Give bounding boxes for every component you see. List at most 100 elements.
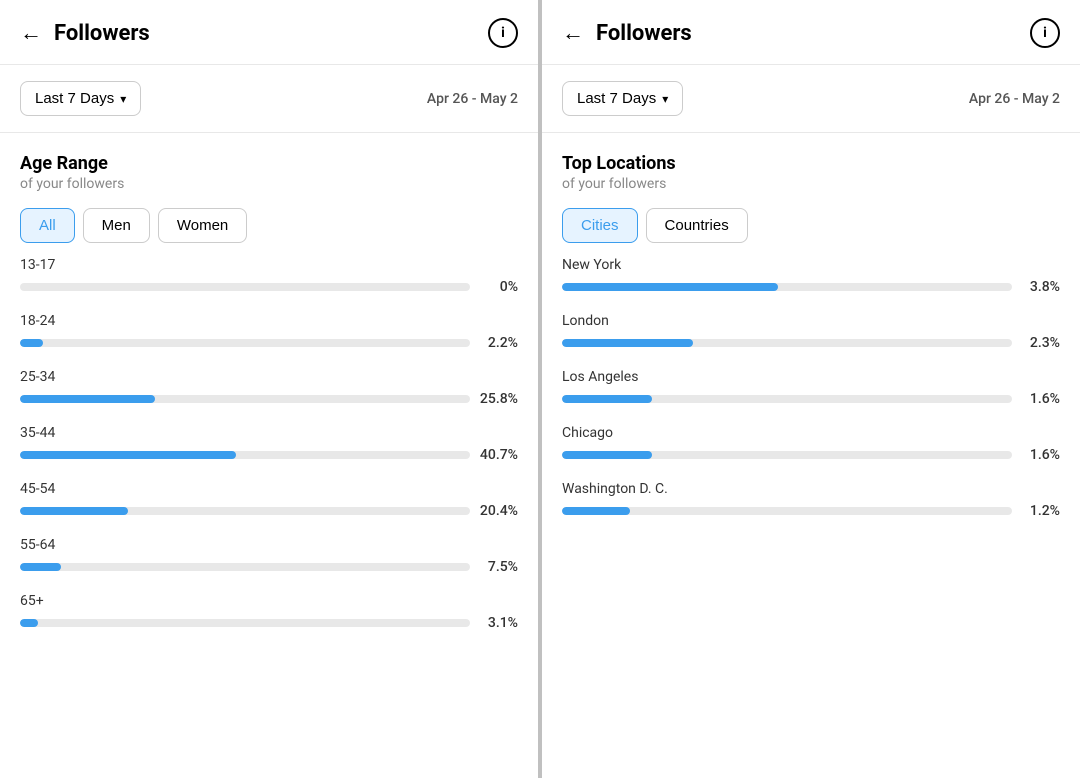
left-bar-row: 2.2%: [20, 335, 518, 351]
right-bar-value: 1.6%: [1022, 391, 1060, 407]
right-bar-fill: [562, 283, 778, 291]
left-bar-fill: [20, 339, 43, 347]
right-panel: ← Followers i Last 7 Days ▾ Apr 26 - May…: [542, 0, 1080, 778]
right-tab-row: Cities Countries: [562, 208, 1060, 243]
left-bar-row: 7.5%: [20, 559, 518, 575]
left-section-title: Age Range: [20, 153, 518, 174]
right-bar-label: London: [562, 313, 1060, 329]
left-panel: ← Followers i Last 7 Days ▾ Apr 26 - May…: [0, 0, 538, 778]
right-bar-track: [562, 395, 1012, 403]
left-bar-label: 18-24: [20, 313, 518, 329]
right-bar-track: [562, 339, 1012, 347]
right-bar-value: 3.8%: [1022, 279, 1060, 295]
left-bar-item: 18-24 2.2%: [20, 313, 518, 351]
right-page-title: Followers: [596, 21, 1030, 46]
left-date-filter-button[interactable]: Last 7 Days ▾: [20, 81, 141, 116]
right-bar-track: [562, 451, 1012, 459]
left-bar-track: [20, 563, 470, 571]
left-bar-value: 40.7%: [480, 447, 518, 463]
right-bar-fill: [562, 339, 693, 347]
left-bar-fill: [20, 451, 236, 459]
right-section-subtitle: of your followers: [562, 176, 1060, 192]
left-bar-track: [20, 395, 470, 403]
right-bar-list: New York 3.8% London 2.3% Los Angeles 1.…: [542, 257, 1080, 519]
left-filter-row: Last 7 Days ▾ Apr 26 - May 2: [0, 65, 538, 133]
right-bar-row: 1.6%: [562, 447, 1060, 463]
right-info-icon[interactable]: i: [1030, 18, 1060, 48]
left-bar-item: 45-54 20.4%: [20, 481, 518, 519]
left-bar-item: 35-44 40.7%: [20, 425, 518, 463]
right-bar-item: London 2.3%: [562, 313, 1060, 351]
left-bar-label: 45-54: [20, 481, 518, 497]
left-bar-row: 40.7%: [20, 447, 518, 463]
left-bar-label: 13-17: [20, 257, 518, 273]
right-bar-fill: [562, 507, 630, 515]
right-bar-item: Los Angeles 1.6%: [562, 369, 1060, 407]
right-date-filter-button[interactable]: Last 7 Days ▾: [562, 81, 683, 116]
right-bar-label: Washington D. C.: [562, 481, 1060, 497]
right-bar-item: New York 3.8%: [562, 257, 1060, 295]
left-bar-value: 25.8%: [480, 391, 518, 407]
left-bar-row: 20.4%: [20, 503, 518, 519]
right-bar-value: 2.3%: [1022, 335, 1060, 351]
right-bar-fill: [562, 451, 652, 459]
right-bar-item: Washington D. C. 1.2%: [562, 481, 1060, 519]
left-date-filter-label: Last 7 Days: [35, 90, 114, 107]
left-chevron-icon: ▾: [120, 92, 126, 106]
right-bar-label: New York: [562, 257, 1060, 273]
left-bar-label: 55-64: [20, 537, 518, 553]
left-back-button[interactable]: ←: [20, 20, 42, 46]
right-bar-row: 3.8%: [562, 279, 1060, 295]
left-info-icon[interactable]: i: [488, 18, 518, 48]
left-bar-fill: [20, 395, 155, 403]
right-bar-value: 1.2%: [1022, 503, 1060, 519]
left-bar-label: 25-34: [20, 369, 518, 385]
left-bar-fill: [20, 507, 128, 515]
left-bar-value: 7.5%: [480, 559, 518, 575]
left-bar-fill: [20, 619, 38, 627]
left-page-title: Followers: [54, 21, 488, 46]
left-tab-men[interactable]: Men: [83, 208, 150, 243]
right-chevron-icon: ▾: [662, 92, 668, 106]
right-bar-label: Chicago: [562, 425, 1060, 441]
left-bar-track: [20, 339, 470, 347]
left-bar-value: 20.4%: [480, 503, 518, 519]
left-bar-item: 55-64 7.5%: [20, 537, 518, 575]
right-section-header: Top Locations of your followers Cities C…: [542, 133, 1080, 243]
left-bar-fill: [20, 563, 61, 571]
right-filter-row: Last 7 Days ▾ Apr 26 - May 2: [542, 65, 1080, 133]
left-date-range: Apr 26 - May 2: [427, 91, 518, 107]
left-bar-label: 65+: [20, 593, 518, 609]
left-section-subtitle: of your followers: [20, 176, 518, 192]
left-bar-item: 13-17 0%: [20, 257, 518, 295]
left-bar-track: [20, 283, 470, 291]
left-bar-row: 25.8%: [20, 391, 518, 407]
right-bar-fill: [562, 395, 652, 403]
right-bar-item: Chicago 1.6%: [562, 425, 1060, 463]
left-tab-row: All Men Women: [20, 208, 518, 243]
left-tab-all[interactable]: All: [20, 208, 75, 243]
left-bar-list: 13-17 0% 18-24 2.2% 25-34 25.8% 35-44: [0, 257, 538, 631]
left-bar-label: 35-44: [20, 425, 518, 441]
left-bar-value: 3.1%: [480, 615, 518, 631]
left-bar-value: 0%: [480, 279, 518, 295]
left-bar-value: 2.2%: [480, 335, 518, 351]
right-bar-track: [562, 507, 1012, 515]
right-tab-cities[interactable]: Cities: [562, 208, 638, 243]
left-bar-item: 25-34 25.8%: [20, 369, 518, 407]
right-bar-row: 1.2%: [562, 503, 1060, 519]
left-bar-track: [20, 619, 470, 627]
right-back-button[interactable]: ←: [562, 20, 584, 46]
right-bar-label: Los Angeles: [562, 369, 1060, 385]
left-bar-track: [20, 451, 470, 459]
left-section-header: Age Range of your followers All Men Wome…: [0, 133, 538, 243]
right-bar-track: [562, 283, 1012, 291]
left-bar-row: 0%: [20, 279, 518, 295]
left-bar-item: 65+ 3.1%: [20, 593, 518, 631]
right-section-title: Top Locations: [562, 153, 1060, 174]
left-bar-track: [20, 507, 470, 515]
right-tab-countries[interactable]: Countries: [646, 208, 748, 243]
right-date-range: Apr 26 - May 2: [969, 91, 1060, 107]
left-bar-row: 3.1%: [20, 615, 518, 631]
left-tab-women[interactable]: Women: [158, 208, 247, 243]
